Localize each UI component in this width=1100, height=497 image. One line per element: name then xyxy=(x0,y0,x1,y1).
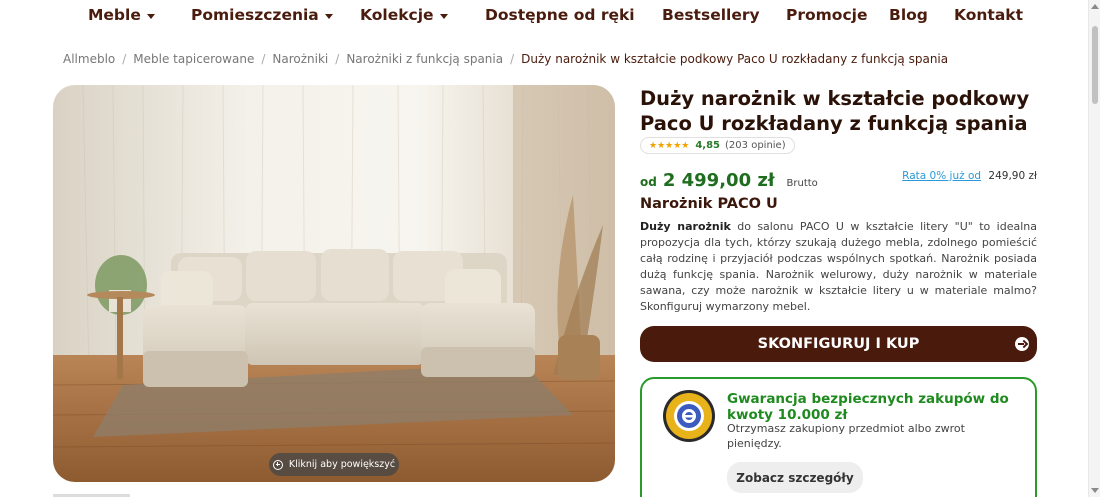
nav-item-promocje[interactable]: Promocje xyxy=(786,6,867,24)
installment-link[interactable]: Rata 0% już od xyxy=(902,170,981,182)
chevron-down-icon xyxy=(146,13,155,19)
scroll-thumb[interactable] xyxy=(1092,26,1098,104)
guarantee-box: Gwarancja bezpiecznych zakupów do kwoty … xyxy=(640,377,1037,497)
breadcrumb-link-sleeper-corners[interactable]: Narożniki z funkcją spania xyxy=(346,52,503,66)
nav-item-label: Promocje xyxy=(786,6,868,24)
breadcrumb-separator: / xyxy=(261,52,266,66)
rating-score: 4,85 xyxy=(695,140,721,151)
breadcrumb-link-home[interactable]: Allmeblo xyxy=(63,52,115,66)
guarantee-title: Gwarancja bezpiecznych zakupów do kwoty … xyxy=(727,391,1009,423)
installment-info: Rata 0% już od 249,90 zł xyxy=(902,170,1037,182)
arrow-right-circle-icon xyxy=(1015,337,1029,351)
scroll-up-arrow-icon[interactable] xyxy=(1091,4,1099,9)
nav-item-label: Kontakt xyxy=(954,6,1024,24)
main-nav: Meble Pomieszczenia Kolekcje Dostępne od… xyxy=(0,0,1088,34)
nav-item-meble[interactable]: Meble xyxy=(88,6,155,24)
rating-count: (203 opinie) xyxy=(725,140,786,151)
guarantee-text: Otrzymasz zakupiony przedmiot albo zwrot… xyxy=(727,422,965,450)
chevron-down-icon xyxy=(324,13,333,19)
product-image[interactable]: Kliknij aby powiększyć xyxy=(53,85,615,482)
chevron-down-icon xyxy=(439,13,448,19)
installment-amount: 249,90 zł xyxy=(988,170,1037,182)
nav-item-label: Bestsellery xyxy=(662,6,760,24)
product-title: Duży narożnik w kształcie podkowy Paco U… xyxy=(640,87,1030,135)
nav-item-blog[interactable]: Blog xyxy=(889,6,928,24)
zoom-button[interactable]: Kliknij aby powiększyć xyxy=(269,453,399,476)
breadcrumb-separator: / xyxy=(335,52,340,66)
nav-item-label: Kolekcje xyxy=(360,6,434,24)
page-scrollbar[interactable] xyxy=(1088,0,1100,497)
star-rating-icon: ★★★★★ xyxy=(649,140,690,151)
breadcrumb-link-corners[interactable]: Narożniki xyxy=(272,52,328,66)
nav-item-kolekcje[interactable]: Kolekcje xyxy=(360,6,448,24)
product-subtitle: Narożnik PACO U xyxy=(640,196,778,212)
rating-badge[interactable]: ★★★★★ 4,85 (203 opinie) xyxy=(640,137,795,154)
nav-item-kontakt[interactable]: Kontakt xyxy=(954,6,1023,24)
breadcrumb-current: Duży narożnik w kształcie podkowy Paco U… xyxy=(521,52,949,66)
breadcrumb: Allmeblo / Meble tapicerowane / Narożnik… xyxy=(63,52,948,66)
zoom-in-icon xyxy=(272,459,283,470)
guarantee-details-button[interactable]: Zobacz szczegóły xyxy=(727,462,863,493)
nav-item-label: Pomieszczenia xyxy=(191,6,319,24)
nav-item-label: Meble xyxy=(88,6,141,24)
product-description: Duży narożnik do salonu PACO U w kształc… xyxy=(640,219,1037,315)
price-prefix: od xyxy=(640,175,657,189)
price-value: 2 499,00 zł xyxy=(662,170,775,191)
nav-item-dostepne-od-reki[interactable]: Dostępne od ręki xyxy=(485,6,635,24)
price-note: Brutto xyxy=(786,178,818,189)
configure-and-buy-button[interactable]: SKONFIGURUJ I KUP xyxy=(640,326,1037,362)
nav-item-label: Blog xyxy=(889,6,928,24)
nav-item-pomieszczenia[interactable]: Pomieszczenia xyxy=(191,6,333,24)
trusted-shops-badge-icon xyxy=(662,389,716,443)
breadcrumb-separator: / xyxy=(122,52,127,66)
price: od 2 499,00 zł Brutto xyxy=(640,170,818,191)
nav-item-bestsellery[interactable]: Bestsellery xyxy=(662,6,760,24)
cta-label: SKONFIGURUJ I KUP xyxy=(757,336,920,352)
description-lead: Duży narożnik xyxy=(640,220,731,233)
nav-item-label: Dostępne od ręki xyxy=(485,6,635,24)
zoom-label: Kliknij aby powiększyć xyxy=(288,459,396,470)
breadcrumb-separator: / xyxy=(510,52,515,66)
breadcrumb-link-upholstered[interactable]: Meble tapicerowane xyxy=(133,52,254,66)
description-body: do salonu PACO U w kształcie litery "U" … xyxy=(640,220,1037,313)
scroll-down-arrow-icon[interactable] xyxy=(1091,488,1099,493)
